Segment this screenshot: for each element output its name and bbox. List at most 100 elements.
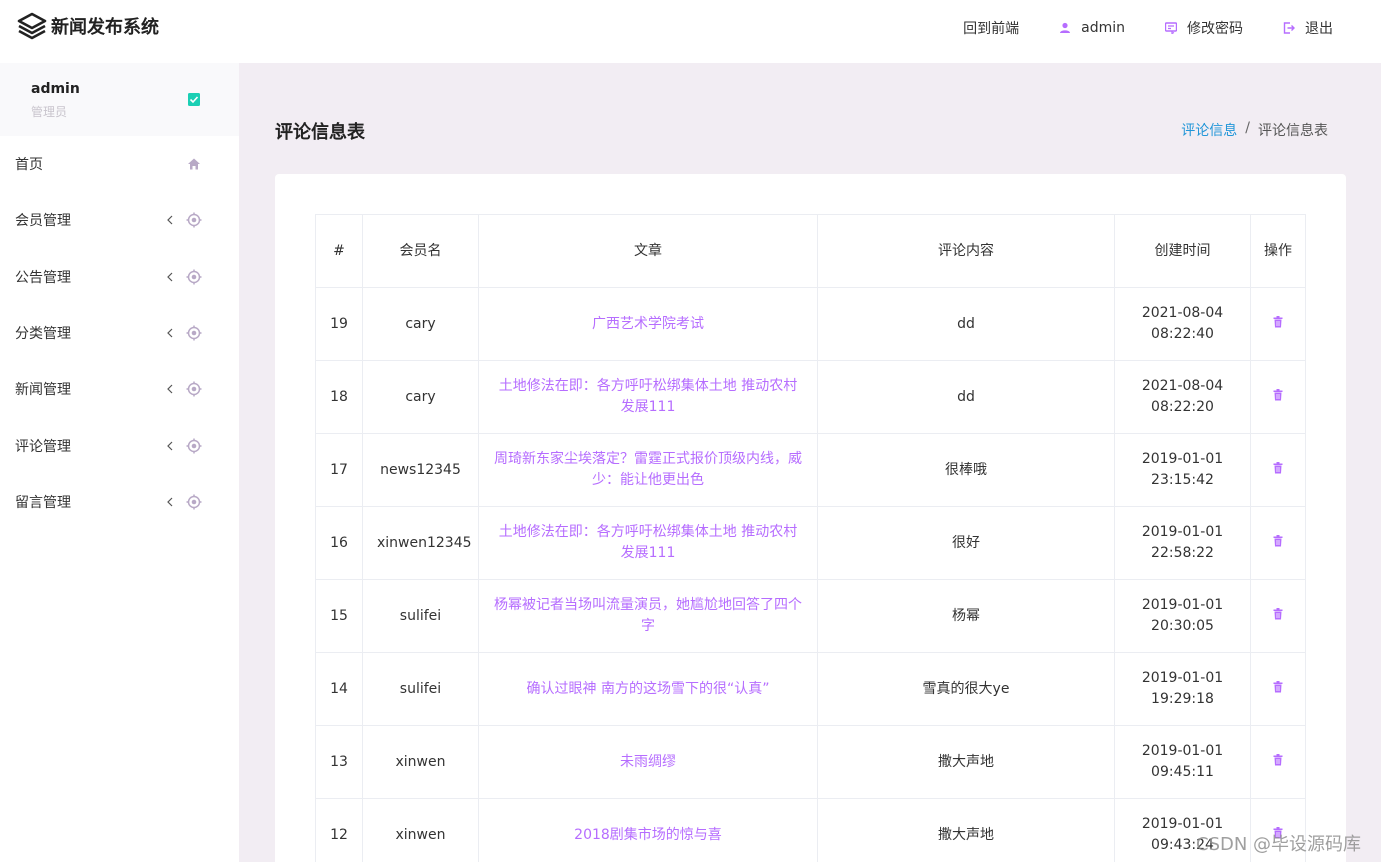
trash-icon[interactable] [1273,753,1283,766]
cell-content: 很好 [817,506,1115,580]
sidebar-item-notices[interactable]: 公告管理 [0,249,239,305]
cell-content: 很棒哦 [817,433,1115,507]
table-card: # 会员名 文章 评论内容 创建时间 操作 19 cary 广西艺术学院考试 dd 20… [275,174,1346,862]
sidebar-item-comments[interactable]: 评论管理 [0,417,239,473]
user-menu[interactable]: admin [1059,20,1125,36]
comments-table: # 会员名 文章 评论内容 创建时间 操作 19 cary 广西艺术学院考试 dd 20… [315,214,1306,862]
cell-content: 雪真的很大ye [817,652,1115,726]
trash-icon[interactable] [1273,534,1283,547]
profile-name: admin [31,81,80,97]
trash-icon[interactable] [1273,607,1283,620]
cell-created-time: 08:22:20 [1151,399,1214,415]
cell-created: 2019-01-01 22:58:22 [1114,506,1251,580]
sidebar-item-label: 评论管理 [15,438,71,455]
cell-created-time: 23:15:42 [1151,472,1214,488]
logout-icon [1283,22,1295,34]
table-header-row: # 会员名 文章 评论内容 创建时间 操作 [315,214,1306,288]
cell-id: 12 [315,798,363,862]
cell-article-link[interactable]: 杨幂被记者当场叫流量演员，她尴尬地回答了四个字 [478,579,818,653]
cell-article-link[interactable]: 2018剧集市场的惊与喜 [478,798,818,862]
cell-content: dd [817,360,1115,434]
top-nav: 回到前端 admin 修改密码 退出 [923,0,1333,56]
sidebar-item-label: 首页 [15,157,43,174]
breadcrumb-parent-link[interactable]: 评论信息 [1181,120,1237,140]
chevron-left-icon [167,216,173,225]
column-header-created: 创建时间 [1114,214,1251,288]
cell-id: 19 [315,287,363,361]
crosshair-icon [186,325,202,341]
cell-content: 杨幂 [817,579,1115,653]
table-row: 15 sulifei 杨幂被记者当场叫流量演员，她尴尬地回答了四个字 杨幂 2019-0… [315,579,1306,653]
frontend-link[interactable]: 回到前端 [963,18,1019,38]
breadcrumb: 评论信息 / 评论信息表 [1181,120,1328,140]
cell-created-date: 2021-08-04 [1141,378,1224,394]
user-icon [1060,22,1071,33]
cell-article-link[interactable]: 确认过眼神 南方的这场雪下的很“认真” [478,652,818,726]
cell-id: 13 [315,725,363,799]
sidebar: admin 管理员 首页 会员管理 公告管理 分类管理 新闻管理 评论管理 留言… [0,63,239,862]
cell-content: 撒大声地 [817,725,1115,799]
chevron-left-icon [167,384,173,394]
logout-link[interactable]: 退出 [1283,18,1333,38]
crosshair-icon [186,494,202,510]
column-header-id: # [315,214,363,288]
change-password-label: 修改密码 [1187,21,1243,37]
cell-member: sulifei [362,652,479,726]
cell-created-date: 2019-01-01 [1141,597,1224,613]
column-header-content: 评论内容 [817,214,1115,288]
cell-actions [1250,652,1306,726]
trash-icon[interactable] [1273,680,1283,693]
table-row: 19 cary 广西艺术学院考试 dd 2021-08-04 08:22:40 [315,287,1306,361]
sidebar-item-messages[interactable]: 留言管理 [0,474,239,530]
cell-member: xinwen12345 [362,506,479,580]
cell-member: xinwen [362,725,479,799]
column-header-member: 会员名 [362,214,479,288]
table-row: 16 xinwen12345 土地修法在即：各方呼吁松绑集体土地 推动农村发展111… [315,506,1306,580]
cell-created: 2019-01-01 23:15:42 [1114,433,1251,507]
cell-actions [1250,433,1306,507]
cell-member: cary [362,287,479,361]
sidebar-item-news[interactable]: 新闻管理 [0,361,239,417]
column-header-article: 文章 [478,214,818,288]
chevron-left-icon [167,272,173,282]
user-name: admin [1081,20,1125,36]
trash-icon[interactable] [1273,461,1283,474]
cell-created: 2019-01-01 20:30:05 [1114,579,1251,653]
cell-article-link[interactable]: 土地修法在即：各方呼吁松绑集体土地 推动农村发展111 [478,506,818,580]
breadcrumb-current: 评论信息表 [1258,123,1328,139]
sidebar-item-members[interactable]: 会员管理 [0,192,239,248]
sidebar-item-label: 会员管理 [15,213,71,230]
sidebar-item-home[interactable]: 首页 [0,136,239,192]
cell-article-link[interactable]: 土地修法在即：各方呼吁松绑集体土地 推动农村发展111 [478,360,818,434]
profile: admin 管理员 [0,63,239,136]
trash-icon[interactable] [1273,388,1283,401]
trash-icon[interactable] [1273,315,1283,328]
cell-created: 2019-01-01 09:45:11 [1114,725,1251,799]
table-row: 13 xinwen 未雨绸缪 撒大声地 2019-01-01 09:45:11 [315,725,1306,799]
cell-created-date: 2019-01-01 [1141,451,1224,467]
home-icon [188,158,200,170]
cell-created: 2021-08-04 08:22:20 [1114,360,1251,434]
cell-content: dd [817,287,1115,361]
frontend-link-label: 回到前端 [963,21,1020,37]
cell-article-link[interactable]: 周琦新东家尘埃落定？雷霆正式报价顶级内线，威少：能让他更出色 [478,433,818,507]
sidebar-item-categories[interactable]: 分类管理 [0,305,239,361]
brand-title: 新闻发布系统 [51,17,159,38]
change-password-link[interactable]: 修改密码 [1165,18,1243,38]
brand[interactable]: 新闻发布系统 [17,11,159,41]
cell-created-time: 22:58:22 [1151,545,1214,561]
cell-article-link[interactable]: 未雨绸缪 [478,725,818,799]
logout-label: 退出 [1305,21,1333,37]
cell-actions [1250,360,1306,434]
main-content: 评论信息表 评论信息 / 评论信息表 # 会员名 文章 评论内容 创建时间 操作… [239,63,1381,862]
cell-article-link[interactable]: 广西艺术学院考试 [478,287,818,361]
chevron-left-icon [167,328,173,338]
crosshair-icon [186,438,202,454]
cell-actions [1250,725,1306,799]
cell-actions [1250,506,1306,580]
sidebar-item-label: 分类管理 [15,326,71,343]
column-header-actions: 操作 [1250,214,1306,288]
sidebar-item-label: 公告管理 [15,269,71,286]
cell-content: 撒大声地 [817,798,1115,862]
table-row: 18 cary 土地修法在即：各方呼吁松绑集体土地 推动农村发展111 dd 2021-… [315,360,1306,434]
